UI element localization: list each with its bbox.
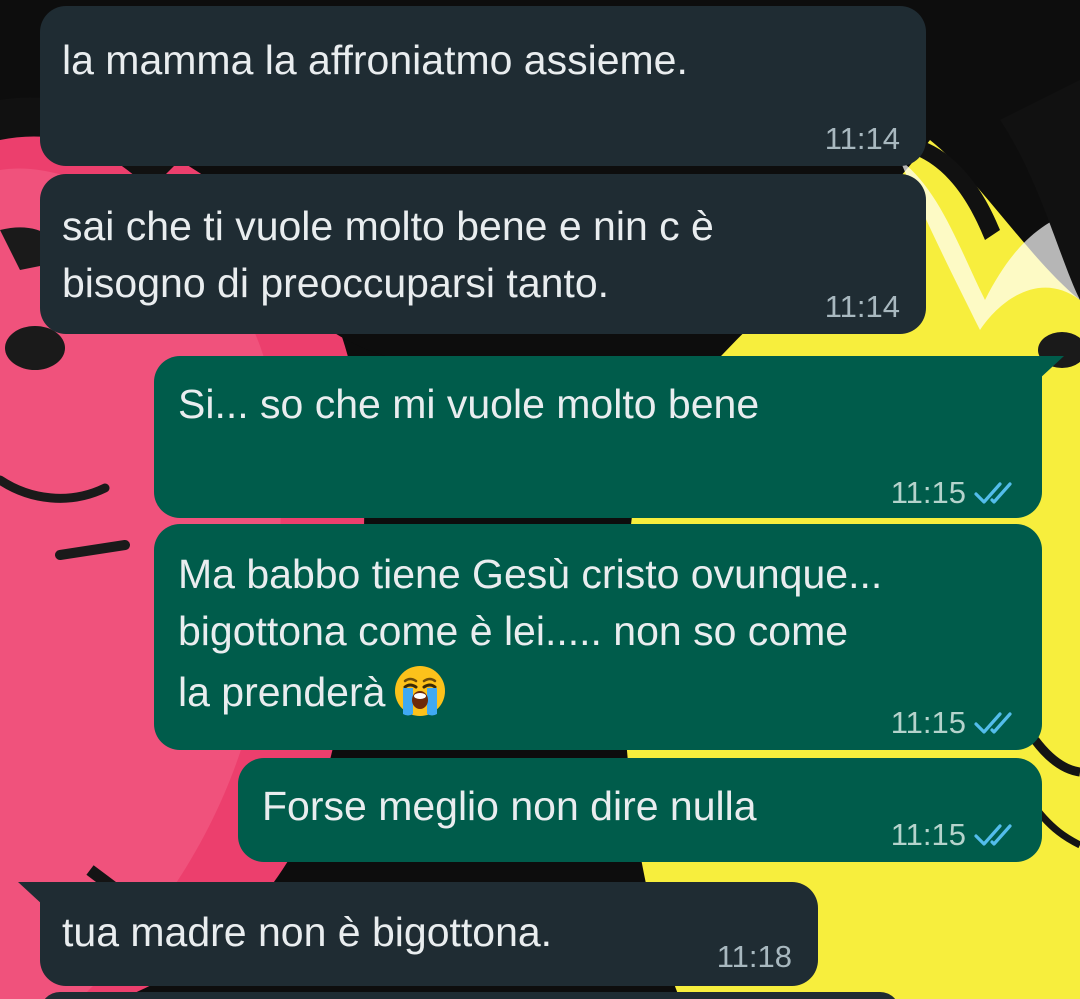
message-text: Forse meglio non dire nulla bbox=[262, 783, 757, 829]
message-text-line: sai che ti vuole molto bene e nin c è bbox=[62, 203, 714, 249]
double-check-icon bbox=[974, 480, 1018, 506]
message-bubble-outgoing[interactable]: Si... so che mi vuole molto bene 11:15 bbox=[154, 356, 1064, 521]
message-bubble-outgoing[interactable]: Forse meglio non dire nulla 11:15 bbox=[238, 758, 1042, 862]
message-text: tua madre non è bigottona. bbox=[62, 909, 553, 955]
message-meta: 11:15 bbox=[891, 464, 1018, 521]
message-timestamp: 11:18 bbox=[716, 939, 792, 974]
message-text: la mamma la affroniatmo assieme. bbox=[62, 37, 688, 83]
message-timestamp: 11:15 bbox=[890, 475, 966, 510]
message-meta: 11:15 bbox=[891, 694, 1018, 751]
message-text-line: bisogno di preoccuparsi tanto. bbox=[62, 260, 610, 306]
message-timestamp: 11:15 bbox=[890, 705, 966, 740]
bubble-tail bbox=[1038, 356, 1064, 380]
message-text-line: Ma babbo tiene Gesù cristo ovunque... bbox=[178, 551, 883, 597]
message-timestamp: 11:14 bbox=[824, 289, 900, 324]
message-text-line-with-emoji: la prenderà bbox=[178, 664, 447, 721]
message-bubble-incoming[interactable]: tua madre non è bigottona. 11:18 bbox=[18, 882, 818, 986]
message-text-line: bigottona come è lei..... non so come bbox=[178, 608, 849, 654]
message-meta: 11:14 bbox=[825, 278, 900, 335]
double-check-icon bbox=[974, 710, 1018, 736]
message-bubble-incoming[interactable]: sai che ti vuole molto bene e nin c è bi… bbox=[40, 174, 926, 334]
bubble-tail bbox=[18, 882, 44, 906]
message-meta: 11:14 bbox=[825, 110, 900, 167]
message-timestamp: 11:15 bbox=[890, 817, 966, 852]
loudly-crying-face-emoji bbox=[393, 664, 447, 718]
message-bubble-incoming[interactable]: la mamma la affroniatmo assieme. 11:14 bbox=[40, 6, 926, 166]
message-bubble-outgoing[interactable]: Ma babbo tiene Gesù cristo ovunque... bi… bbox=[154, 524, 1042, 750]
message-bubble-incoming-partial[interactable] bbox=[40, 992, 900, 999]
message-text: Si... so che mi vuole molto bene bbox=[178, 381, 760, 427]
message-meta: 11:15 bbox=[891, 806, 1018, 863]
double-check-icon bbox=[974, 822, 1018, 848]
message-text-line: la prenderà bbox=[178, 669, 386, 715]
message-meta: 11:18 bbox=[717, 928, 792, 985]
message-timestamp: 11:14 bbox=[824, 121, 900, 156]
